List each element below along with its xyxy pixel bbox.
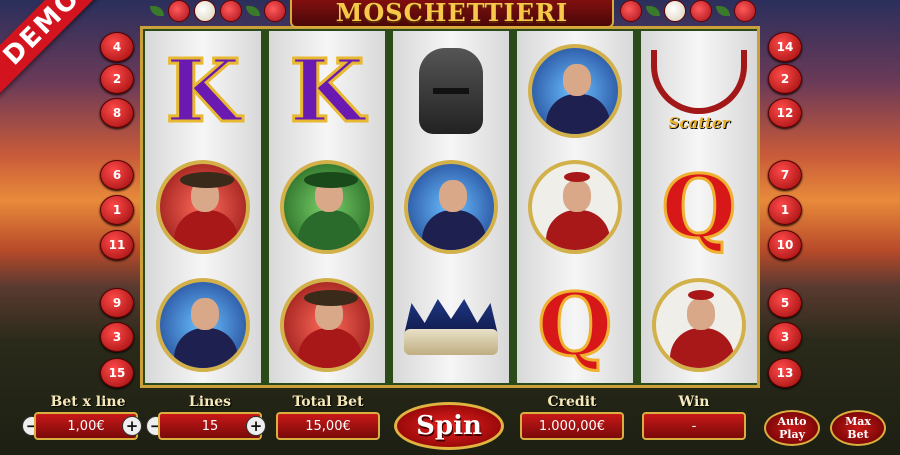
- payline-badge[interactable]: 12: [768, 98, 802, 128]
- musketeer-red-symbol: [273, 271, 381, 379]
- payline-badge[interactable]: 15: [100, 358, 134, 388]
- reel-2: K: [269, 31, 385, 383]
- payline-badge[interactable]: 9: [100, 288, 134, 318]
- payline-badge[interactable]: 2: [100, 64, 134, 94]
- payline-badge[interactable]: 8: [100, 98, 134, 128]
- payline-badge[interactable]: 4: [100, 32, 134, 62]
- payline-badge[interactable]: 3: [100, 322, 134, 352]
- queen-symbol: Q: [660, 155, 738, 259]
- reel-1: K: [145, 31, 261, 383]
- crown-symbol: [397, 271, 505, 379]
- payline-badge[interactable]: 10: [768, 230, 802, 260]
- reel-4: Q: [517, 31, 633, 383]
- musketeer-blue-symbol: [149, 271, 257, 379]
- reel-5: Scatter Q: [641, 31, 757, 383]
- payline-badge[interactable]: 7: [768, 160, 802, 190]
- credit-label: Credit: [547, 394, 597, 410]
- max-bet-button[interactable]: Max Bet: [830, 410, 886, 446]
- rose-decoration-left: [150, 0, 286, 26]
- queen-symbol: Q: [536, 273, 614, 377]
- right-payline-indicators: 14 2 12 7 1 10 5 3 13: [768, 0, 808, 455]
- payline-badge[interactable]: 1: [768, 195, 802, 225]
- payline-badge[interactable]: 11: [100, 230, 134, 260]
- king-symbol: K: [164, 39, 242, 143]
- iron-mask-symbol: [397, 37, 505, 145]
- auto-play-label-1: Auto: [777, 415, 807, 428]
- lines-increase-button[interactable]: +: [246, 416, 266, 436]
- reel-3: [393, 31, 509, 383]
- bet-per-line-label: Bet x line: [50, 394, 126, 410]
- lines-label: Lines: [188, 394, 232, 410]
- king-symbol: K: [288, 39, 366, 143]
- cardinal-symbol: [521, 153, 629, 261]
- auto-play-label-2: Play: [779, 428, 805, 441]
- payline-badge[interactable]: 1: [100, 195, 134, 225]
- cardinal-symbol: [645, 271, 753, 379]
- necklace-icon: [651, 50, 747, 114]
- payline-badge[interactable]: 5: [768, 288, 802, 318]
- game-title: MOSCHETTIERI: [290, 0, 614, 28]
- win-label: Win: [678, 394, 710, 410]
- win-value: -: [642, 412, 746, 440]
- scatter-label: Scatter: [668, 114, 730, 132]
- left-payline-indicators: 4 2 8 6 1 11 9 3 15: [100, 0, 140, 455]
- credit-value: 1.000,00€: [520, 412, 624, 440]
- musketeer-green-symbol: [273, 153, 381, 261]
- total-bet-value: 15,00€: [276, 412, 380, 440]
- scatter-symbol: Scatter: [645, 37, 753, 145]
- auto-play-button[interactable]: Auto Play: [764, 410, 820, 446]
- payline-badge[interactable]: 3: [768, 322, 802, 352]
- total-bet-label: Total Bet: [292, 394, 364, 410]
- payline-badge[interactable]: 14: [768, 32, 802, 62]
- reel-area: K K Q Scatter Q: [140, 26, 760, 388]
- spin-button[interactable]: Spin: [394, 402, 504, 450]
- payline-badge[interactable]: 13: [768, 358, 802, 388]
- musketeer-blue-symbol: [397, 153, 505, 261]
- payline-badge[interactable]: 6: [100, 160, 134, 190]
- musketeer-blue-symbol: [521, 37, 629, 145]
- max-bet-label-1: Max: [845, 415, 871, 428]
- musketeer-red-symbol: [149, 153, 257, 261]
- payline-badge[interactable]: 2: [768, 64, 802, 94]
- demo-ribbon: DEMO: [0, 0, 111, 96]
- max-bet-label-2: Bet: [847, 428, 869, 441]
- bet-increase-button[interactable]: +: [122, 416, 142, 436]
- rose-decoration-right: [620, 0, 756, 26]
